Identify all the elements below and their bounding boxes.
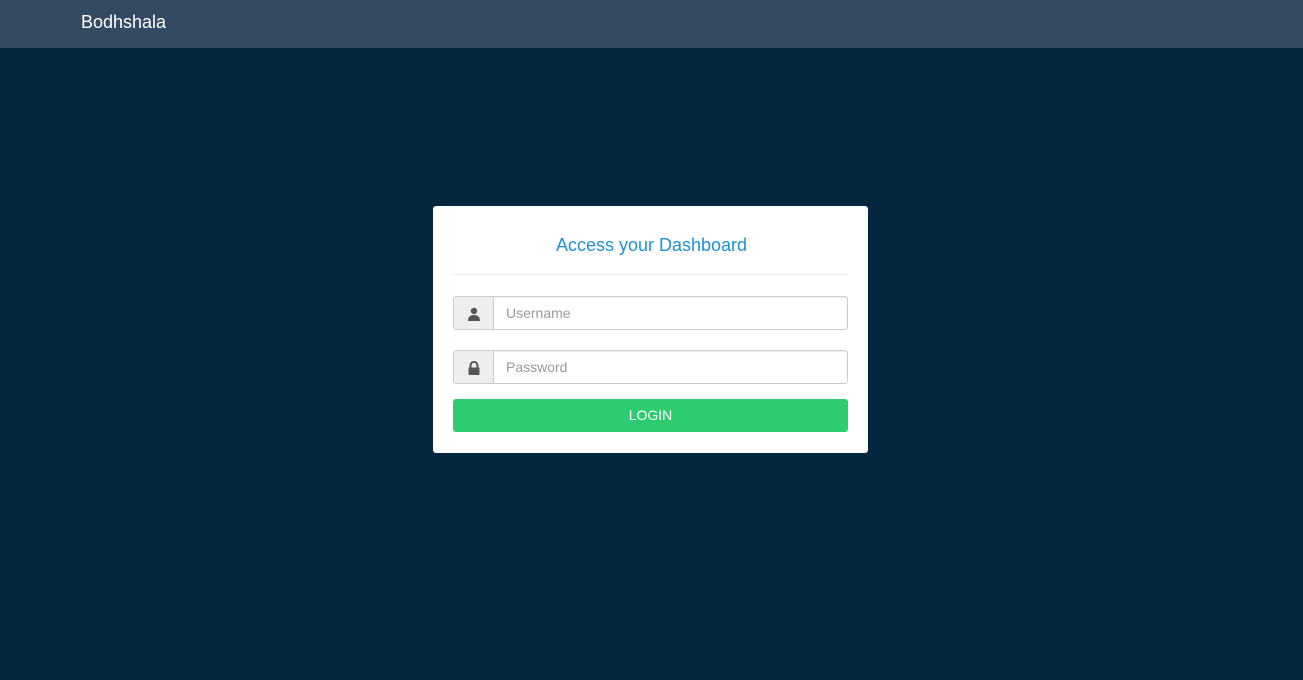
login-title: Access your Dashboard: [555, 235, 748, 255]
username-addon: [453, 296, 493, 330]
title-divider: [453, 274, 848, 275]
username-input[interactable]: [493, 296, 848, 330]
password-input[interactable]: [493, 350, 848, 384]
brand-link[interactable]: Bodhshala: [81, 12, 166, 32]
lock-icon: [468, 361, 480, 375]
user-icon: [468, 307, 480, 321]
password-addon: [453, 350, 493, 384]
password-group: [453, 350, 848, 384]
login-button[interactable]: LOGIN: [453, 399, 848, 432]
top-navbar: Bodhshala: [0, 0, 1303, 48]
username-group: [453, 296, 848, 330]
